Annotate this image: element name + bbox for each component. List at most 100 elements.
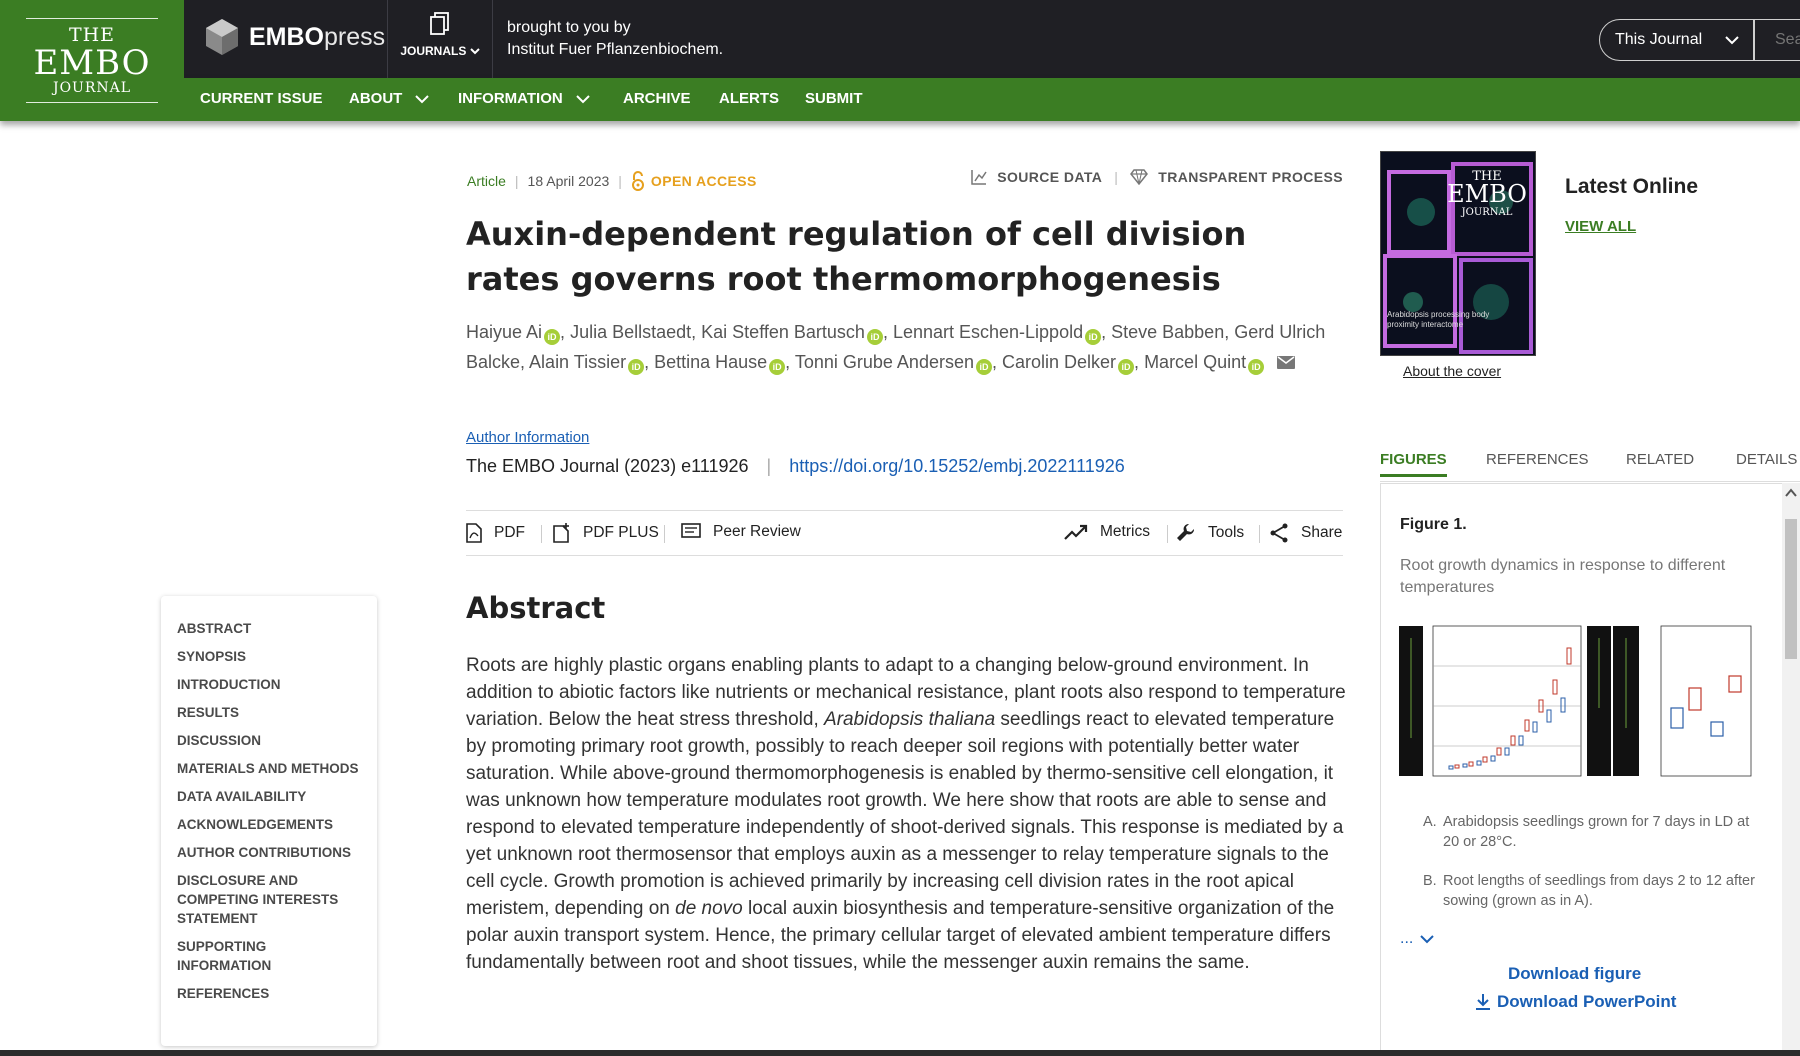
source-data-badge[interactable]: SOURCE DATA (971, 169, 1102, 185)
toolbar-separator (1167, 525, 1168, 543)
orcid-icon[interactable]: iD (975, 359, 992, 375)
download-icon (1476, 994, 1490, 1010)
legend-item: A. Arabidopsis seedlings grown for 7 days… (1423, 814, 1750, 850)
author-link[interactable]: Bettina Hause (654, 352, 767, 372)
search-scope-select[interactable]: This Journal (1599, 19, 1755, 61)
figures-panel: Figure 1. Root growth dynamics in respon… (1380, 483, 1800, 1056)
orcid-icon[interactable]: iD (1118, 359, 1135, 375)
author-link[interactable]: Lennart Eschen-Lippold (893, 322, 1083, 342)
toc-discussion[interactable]: DISCUSSION (177, 731, 363, 750)
author-list: Haiyue Ai iD, Julia Bellstaedt, Kai Steff… (466, 317, 1346, 377)
share-icon (1270, 523, 1288, 543)
citation-text: The EMBO Journal (2023) e111926 (466, 456, 749, 476)
tab-details[interactable]: DETAILS (1736, 451, 1797, 468)
journal-cover-image[interactable]: THE EMBO JOURNAL Arabidopsis processing … (1380, 151, 1536, 356)
download-figure-link[interactable]: Download figure (1508, 964, 1641, 984)
toc-acknowledgements[interactable]: ACKNOWLEDGEMENTS (177, 815, 363, 834)
latest-online-heading: Latest Online (1565, 175, 1699, 198)
pdf-icon (466, 523, 482, 543)
scroll-up-icon[interactable] (1782, 485, 1800, 501)
scrollbar-thumb[interactable] (1785, 519, 1797, 659)
pdf-plus-icon (553, 523, 569, 543)
nav-submit[interactable]: SUBMIT (805, 90, 863, 107)
tab-figures[interactable]: FIGURES (1380, 451, 1447, 477)
header-divider (492, 0, 493, 78)
toc-abstract[interactable]: ABSTRACT (177, 619, 363, 638)
orcid-icon[interactable]: iD (769, 359, 786, 375)
wrench-icon (1177, 523, 1195, 541)
pdf-plus-button[interactable]: PDF PLUS (553, 523, 659, 543)
download-powerpoint-link[interactable]: Download PowerPoint (1475, 992, 1676, 1012)
toc-references[interactable]: REFERENCES (177, 984, 363, 1003)
figure-thumbnail[interactable] (1399, 618, 1753, 778)
species-name: Arabidopsis thaliana (824, 709, 996, 730)
peer-review-label: Peer Review (713, 523, 801, 540)
mail-icon[interactable] (1277, 356, 1296, 369)
logo-line-2: EMBO (33, 43, 151, 83)
latin-phrase: de novo (675, 898, 743, 919)
nav-alerts[interactable]: ALERTS (719, 90, 779, 107)
toc-data-availability[interactable]: DATA AVAILABILITY (177, 787, 363, 806)
logo-rule (26, 18, 158, 19)
embo-journal-logo[interactable]: THE EMBO JOURNAL (0, 0, 184, 121)
institution-access-note: brought to you by Institut Fuer Pflanzen… (507, 17, 723, 61)
about-the-cover-link[interactable]: About the cover (1403, 363, 1501, 379)
toc-synopsis[interactable]: SYNOPSIS (177, 647, 363, 666)
figure-description: Root growth dynamics in response to diff… (1400, 557, 1726, 596)
download-powerpoint-label: Download PowerPoint (1497, 992, 1677, 1011)
tools-button[interactable]: Tools (1176, 523, 1244, 543)
tab-related[interactable]: RELATED (1626, 451, 1694, 468)
toc-introduction[interactable]: INTRODUCTION (177, 675, 363, 694)
search-input[interactable] (1755, 19, 1800, 61)
tab-references[interactable]: REFERENCES (1486, 451, 1589, 468)
author-link[interactable]: Marcel Quint (1144, 352, 1246, 372)
toolbar-separator (664, 525, 665, 543)
institution-name: Institut Fuer Pflanzenbiochem. (507, 41, 724, 58)
expand-legend-toggle[interactable]: ... (1400, 930, 1435, 948)
author-link[interactable]: Steve Babben (1111, 322, 1224, 342)
orcid-icon[interactable]: iD (544, 329, 561, 345)
toolbar-separator (541, 525, 542, 543)
author-information-link[interactable]: Author Information (466, 429, 589, 446)
orcid-icon[interactable]: iD (866, 329, 883, 345)
toc-author-contributions[interactable]: AUTHOR CONTRIBUTIONS (177, 843, 363, 862)
orcid-icon[interactable]: iD (628, 359, 645, 375)
toc-results[interactable]: RESULTS (177, 703, 363, 722)
embopress-home-link[interactable]: EMBOpress (205, 18, 385, 56)
author-link[interactable]: Carolin Delker (1002, 352, 1116, 372)
author-link[interactable]: Kai Steffen Bartusch (701, 322, 865, 342)
citation-separator: | (766, 456, 772, 476)
nav-archive[interactable]: ARCHIVE (623, 90, 691, 107)
source-data-label: SOURCE DATA (997, 169, 1103, 185)
orcid-icon[interactable]: iD (1085, 329, 1102, 345)
select-divider (1753, 20, 1754, 60)
author-link[interactable]: Haiyue Ai (466, 322, 542, 342)
figures-scrollbar[interactable] (1782, 483, 1800, 1056)
svg-text:JOURNAL: JOURNAL (1461, 207, 1513, 218)
nav-about[interactable]: ABOUT (349, 90, 430, 107)
doi-link[interactable]: https://doi.org/10.15252/embj.2022111926 (789, 456, 1125, 477)
toc-materials-and-methods[interactable]: MATERIALS AND METHODS (177, 759, 363, 778)
share-button[interactable]: Share (1269, 523, 1342, 543)
article-toolbar: PDF PDF PLUS Peer Review Metrics Tools S… (466, 510, 1343, 556)
nav-information[interactable]: INFORMATION (458, 90, 591, 107)
toc-disclosure[interactable]: DISCLOSURE AND COMPETING INTERESTS STATE… (177, 871, 363, 928)
pdf-button[interactable]: PDF (466, 523, 525, 543)
journals-menu-button[interactable]: JOURNALS (398, 12, 482, 58)
nav-current-issue[interactable]: CURRENT ISSUE (200, 90, 323, 107)
orcid-icon[interactable]: iD (1248, 359, 1265, 375)
chevron-down-icon (1420, 935, 1435, 944)
pdf-label: PDF (494, 524, 525, 541)
peer-review-button[interactable]: Peer Review (681, 523, 801, 541)
source-data-icon (971, 170, 987, 185)
author-link[interactable]: Alain Tissier (529, 352, 626, 372)
author-link[interactable]: Tonni Grube Andersen (795, 352, 974, 372)
open-access-icon (631, 171, 644, 191)
toc-supporting-information[interactable]: SUPPORTING INFORMATION (177, 937, 363, 975)
transparent-process-badge[interactable]: TRANSPARENT PROCESS (1130, 169, 1343, 185)
view-all-link[interactable]: VIEW ALL (1565, 218, 1636, 235)
chevron-down-icon (415, 94, 430, 103)
trending-up-icon (1064, 524, 1088, 540)
metrics-button[interactable]: Metrics (1064, 523, 1150, 541)
author-link[interactable]: Julia Bellstaedt (570, 322, 691, 342)
